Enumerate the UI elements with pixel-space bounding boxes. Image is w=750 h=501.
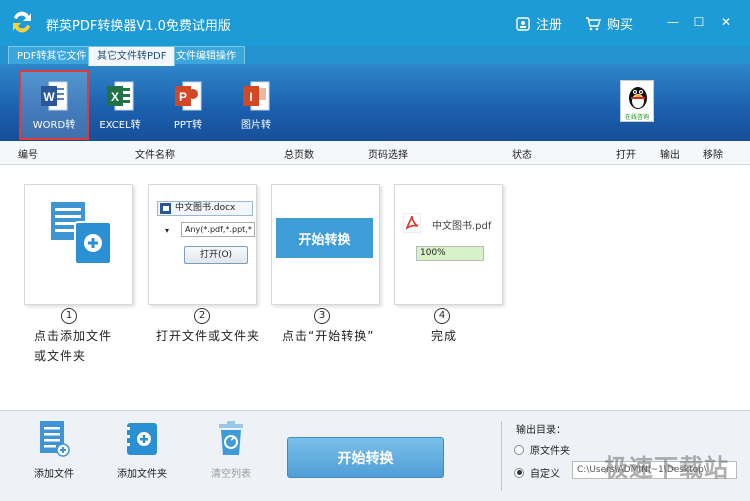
- output-custom-radio[interactable]: [514, 467, 524, 478]
- step-4-text: 完成: [431, 329, 458, 343]
- register-icon: [516, 16, 530, 31]
- step-3-text: 点击“开始转换”: [282, 329, 375, 343]
- filter-dropdown-arrow-icon: ▾: [165, 226, 170, 235]
- excel-icon: X: [107, 81, 134, 111]
- bottom-divider: [501, 421, 502, 491]
- add-folder-label: 添加文件夹: [117, 469, 167, 480]
- start-convert-button[interactable]: 开始转换: [287, 437, 444, 478]
- sample-progress: 100%: [416, 246, 484, 261]
- tab-file-edit[interactable]: 文件编辑操作: [167, 46, 245, 66]
- qq-penguin-icon: [629, 87, 647, 109]
- step-1-line1: 点击添加文件: [34, 329, 113, 343]
- step-1-number: 1: [61, 308, 77, 324]
- output-custom-label: 自定义: [530, 469, 560, 480]
- svg-text:X: X: [111, 90, 119, 104]
- output-dir-label: 输出目录：: [516, 425, 566, 436]
- register-label: 注册: [536, 18, 563, 33]
- online-consult-button[interactable]: 在线咨询: [620, 80, 654, 122]
- ppt-convert-label: PPT转: [173, 120, 203, 131]
- app-logo-icon: [13, 11, 31, 33]
- sample-pdf-name: 中文图书.pdf: [432, 221, 492, 232]
- title-bar: 群英PDF转换器V1.0免费试用版 注册 购买 — ☐ ✕: [0, 0, 750, 46]
- output-original-option[interactable]: 原文件夹: [514, 442, 570, 457]
- tab-bar: PDF转其它文件 其它文件转PDF 文件编辑操作: [0, 46, 750, 66]
- clear-list-button[interactable]: 清空列表: [211, 419, 251, 480]
- docx-file-icon: [160, 203, 171, 214]
- buy-button[interactable]: 购买: [585, 14, 633, 33]
- image-convert-button[interactable]: I 图片转: [223, 72, 289, 138]
- column-remove: 移除: [703, 150, 723, 161]
- buy-label: 购买: [607, 18, 634, 33]
- svg-text:P: P: [179, 90, 187, 104]
- step-1-card[interactable]: [24, 184, 133, 305]
- add-files-icon: [51, 202, 112, 265]
- svg-text:I: I: [249, 90, 252, 104]
- pdf-file-icon: [403, 213, 421, 233]
- window-title: 群英PDF转换器V1.0免费试用版: [46, 19, 231, 34]
- step-3-number: 3: [314, 308, 330, 324]
- add-file-button[interactable]: 添加文件: [34, 419, 74, 480]
- add-folder-button[interactable]: 添加文件夹: [117, 419, 167, 480]
- column-number: 编号: [18, 150, 38, 161]
- maximize-icon: ☐: [693, 15, 705, 29]
- close-button[interactable]: ✕: [716, 12, 736, 32]
- close-icon: ✕: [720, 15, 732, 29]
- online-consult-label: 在线咨询: [624, 114, 649, 121]
- column-open: 打开: [616, 150, 636, 161]
- file-list-header: 编号 文件名称 总页数 页码选择 状态 打开 输出 移除: [0, 141, 750, 165]
- minimize-button[interactable]: —: [663, 12, 683, 32]
- register-button[interactable]: 注册: [516, 14, 562, 33]
- sample-start-button: 开始转换: [276, 218, 373, 258]
- minimize-icon: —: [667, 15, 679, 29]
- step-2-number: 2: [194, 308, 210, 324]
- step-1-line2: 或文件夹: [34, 349, 87, 363]
- svg-text:W: W: [43, 90, 55, 104]
- column-status: 状态: [512, 150, 532, 161]
- output-original-label: 原文件夹: [530, 446, 570, 457]
- add-file-icon: [40, 421, 70, 457]
- trash-icon: [219, 421, 243, 455]
- step-2-text: 打开文件或文件夹: [156, 329, 261, 343]
- image-convert-label: 图片转: [241, 120, 271, 131]
- tab-other-to-pdf[interactable]: 其它文件转PDF: [88, 46, 176, 66]
- step-4-number: 4: [434, 308, 450, 324]
- tab-pdf-to-other[interactable]: PDF转其它文件: [8, 46, 96, 66]
- ppt-convert-button[interactable]: P PPT转: [155, 72, 221, 138]
- word-icon: W: [41, 81, 68, 111]
- step-3-card: 开始转换: [271, 184, 380, 305]
- cart-icon: [586, 16, 601, 30]
- clear-list-label: 清空列表: [211, 469, 251, 480]
- powerpoint-icon: P: [175, 81, 202, 111]
- column-total-pages: 总页数: [284, 150, 314, 161]
- watermark: 极速下载站: [604, 454, 729, 482]
- word-convert-label: WORD转: [32, 120, 76, 131]
- file-type-filter: Any(*.pdf,*.ppt,*: [181, 222, 255, 237]
- maximize-button[interactable]: ☐: [689, 12, 709, 32]
- column-page-selection: 页码选择: [368, 150, 408, 161]
- sample-open-button: 打开(O): [184, 246, 248, 264]
- step-2-card: 中文图书.docx ▾ Any(*.pdf,*.ppt,* 打开(O): [148, 184, 257, 305]
- excel-convert-button[interactable]: X EXCEL转: [87, 72, 153, 138]
- image-icon: I: [243, 81, 270, 111]
- add-file-label: 添加文件: [34, 469, 74, 480]
- column-file-name: 文件名称: [135, 150, 175, 161]
- add-folder-icon: [127, 423, 157, 455]
- sample-file-name: 中文图书.docx: [157, 201, 253, 216]
- word-convert-button[interactable]: W WORD转: [19, 70, 89, 140]
- step-1-text: 点击添加文件 或文件夹: [34, 326, 112, 366]
- excel-convert-label: EXCEL转: [99, 120, 141, 131]
- column-output: 输出: [660, 150, 680, 161]
- output-custom-option[interactable]: 自定义: [514, 465, 560, 480]
- output-original-radio[interactable]: [514, 444, 524, 455]
- step-4-card: 中文图书.pdf 100%: [394, 184, 503, 305]
